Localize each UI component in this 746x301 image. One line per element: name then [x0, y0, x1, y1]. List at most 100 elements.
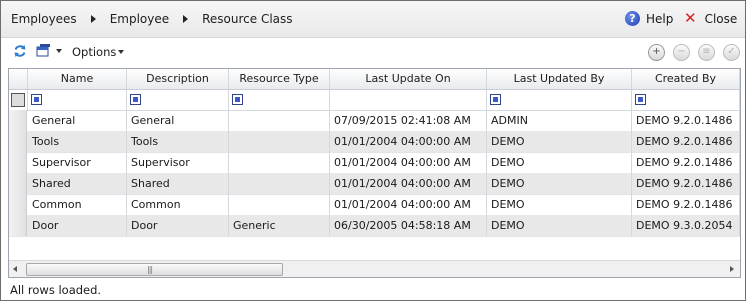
row-selector[interactable]: [9, 194, 27, 215]
column-header-resource-type[interactable]: Resource Type: [229, 69, 330, 89]
cell-last-update-on[interactable]: 01/01/2004 04:00:00 AM: [330, 173, 487, 194]
cell-name[interactable]: Shared: [28, 173, 127, 194]
cell-created-by[interactable]: DEMO 9.2.0.1486: [632, 173, 740, 194]
close-icon: ✕: [684, 9, 697, 27]
cell-description[interactable]: Tools: [127, 131, 229, 152]
cell-created-by[interactable]: DEMO 9.2.0.1486: [632, 194, 740, 215]
filter-description[interactable]: [127, 90, 229, 110]
breadcrumb-separator-icon: [183, 15, 189, 23]
cell-resource-type[interactable]: Generic: [229, 215, 330, 236]
column-header-created-by[interactable]: Created By: [632, 69, 740, 89]
column-header-name[interactable]: Name: [28, 69, 127, 89]
view-dropdown-icon[interactable]: [56, 49, 62, 53]
help-button[interactable]: ? Help: [625, 11, 673, 26]
cell-name[interactable]: Door: [28, 215, 127, 236]
filter-created-by[interactable]: [632, 90, 740, 110]
cell-last-updated-by[interactable]: DEMO: [487, 131, 632, 152]
options-dropdown-icon[interactable]: [118, 50, 124, 54]
cell-description[interactable]: Shared: [127, 173, 229, 194]
cell-name[interactable]: Common: [28, 194, 127, 215]
breadcrumb: Employees Employee Resource Class: [11, 12, 293, 26]
row-selector[interactable]: [9, 173, 27, 194]
scroll-right-icon[interactable]: [730, 266, 734, 272]
filter-operator-icon[interactable]: [635, 94, 646, 105]
grip-icon: |||: [147, 265, 153, 274]
breadcrumb-employees[interactable]: Employees: [11, 12, 77, 26]
cell-name[interactable]: Tools: [28, 131, 127, 152]
cell-name[interactable]: Supervisor: [28, 152, 127, 173]
column-header-last-update-on[interactable]: Last Update On: [330, 69, 487, 89]
delete-row-button[interactable]: −: [673, 44, 690, 61]
grid-view-icon[interactable]: [36, 44, 51, 57]
filter-operator-icon[interactable]: [232, 94, 243, 105]
save-row-button[interactable]: ✓: [723, 44, 740, 61]
close-label: Close: [704, 11, 738, 26]
refresh-icon[interactable]: [13, 44, 27, 58]
cell-last-updated-by[interactable]: DEMO: [487, 152, 632, 173]
row-selector-header: [9, 69, 28, 89]
cell-description[interactable]: Door: [127, 215, 229, 236]
filter-clear-icon[interactable]: [11, 93, 25, 107]
resource-class-window: Employees Employee Resource Class ? Help…: [0, 0, 746, 301]
grid-header: Name Description Resource Type Last Upda…: [9, 69, 740, 90]
cell-last-updated-by[interactable]: DEMO: [487, 173, 632, 194]
cell-last-update-on[interactable]: 01/01/2004 04:00:00 AM: [330, 152, 487, 173]
row-selector[interactable]: [9, 215, 27, 236]
cell-created-by[interactable]: DEMO 9.2.0.1486: [632, 110, 740, 131]
breadcrumb-separator-icon: [90, 15, 96, 23]
scroll-left-icon[interactable]: [13, 266, 17, 272]
title-bar: Employees Employee Resource Class ? Help…: [1, 1, 745, 38]
table-row[interactable]: Door Door Generic 06/30/2005 04:58:18 AM…: [9, 215, 740, 237]
filter-resource-type[interactable]: [229, 90, 330, 110]
filter-corner[interactable]: [9, 90, 28, 110]
cell-last-update-on[interactable]: 01/01/2004 04:00:00 AM: [330, 131, 487, 152]
column-header-description[interactable]: Description: [127, 69, 229, 89]
filter-row: [9, 90, 740, 111]
breadcrumb-resource-class: Resource Class: [202, 12, 293, 26]
status-text: All rows loaded.: [10, 283, 102, 297]
help-icon: ?: [625, 11, 640, 26]
cell-resource-type[interactable]: [229, 194, 330, 215]
edit-row-button[interactable]: ≡: [698, 44, 715, 61]
cell-name[interactable]: General: [28, 110, 127, 131]
close-button[interactable]: ✕ Close: [684, 11, 737, 26]
table-row[interactable]: Tools Tools 01/01/2004 04:00:00 AM DEMO …: [9, 131, 740, 153]
column-header-last-updated-by[interactable]: Last Updated By: [487, 69, 632, 89]
cell-resource-type[interactable]: [229, 131, 330, 152]
row-selector[interactable]: [9, 110, 27, 131]
filter-operator-icon[interactable]: [490, 94, 501, 105]
cell-resource-type[interactable]: [229, 173, 330, 194]
resource-class-grid: Name Description Resource Type Last Upda…: [8, 68, 741, 278]
horizontal-scrollbar[interactable]: |||: [9, 260, 740, 277]
toolbar: Options + − ≡ ✓: [1, 38, 745, 66]
table-row[interactable]: Shared Shared 01/01/2004 04:00:00 AM DEM…: [9, 173, 740, 195]
cell-last-update-on[interactable]: 06/30/2005 04:58:18 AM: [330, 215, 487, 236]
cell-description[interactable]: Common: [127, 194, 229, 215]
cell-description[interactable]: General: [127, 110, 229, 131]
breadcrumb-employee[interactable]: Employee: [110, 12, 169, 26]
table-row[interactable]: Common Common 01/01/2004 04:00:00 AM DEM…: [9, 194, 740, 216]
cell-last-update-on[interactable]: 07/09/2015 02:41:08 AM: [330, 110, 487, 131]
filter-last-update-on[interactable]: [330, 90, 487, 110]
cell-created-by[interactable]: DEMO 9.2.0.1486: [632, 131, 740, 152]
cell-resource-type[interactable]: [229, 152, 330, 173]
row-selector[interactable]: [9, 131, 27, 152]
cell-last-updated-by[interactable]: ADMIN: [487, 110, 632, 131]
filter-last-updated-by[interactable]: [487, 90, 632, 110]
table-row[interactable]: General General 07/09/2015 02:41:08 AM A…: [9, 110, 740, 132]
scroll-thumb[interactable]: |||: [26, 263, 283, 276]
filter-operator-icon[interactable]: [31, 94, 42, 105]
cell-description[interactable]: Supervisor: [127, 152, 229, 173]
cell-created-by[interactable]: DEMO 9.3.0.2054: [632, 215, 740, 236]
add-row-button[interactable]: +: [648, 44, 665, 61]
options-menu[interactable]: Options: [72, 45, 116, 59]
table-row[interactable]: Supervisor Supervisor 01/01/2004 04:00:0…: [9, 152, 740, 174]
cell-last-update-on[interactable]: 01/01/2004 04:00:00 AM: [330, 194, 487, 215]
row-selector[interactable]: [9, 152, 27, 173]
cell-created-by[interactable]: DEMO 9.2.0.1486: [632, 152, 740, 173]
cell-last-updated-by[interactable]: DEMO: [487, 215, 632, 236]
filter-operator-icon[interactable]: [130, 94, 141, 105]
filter-name[interactable]: [28, 90, 127, 110]
cell-last-updated-by[interactable]: DEMO: [487, 194, 632, 215]
cell-resource-type[interactable]: [229, 110, 330, 131]
